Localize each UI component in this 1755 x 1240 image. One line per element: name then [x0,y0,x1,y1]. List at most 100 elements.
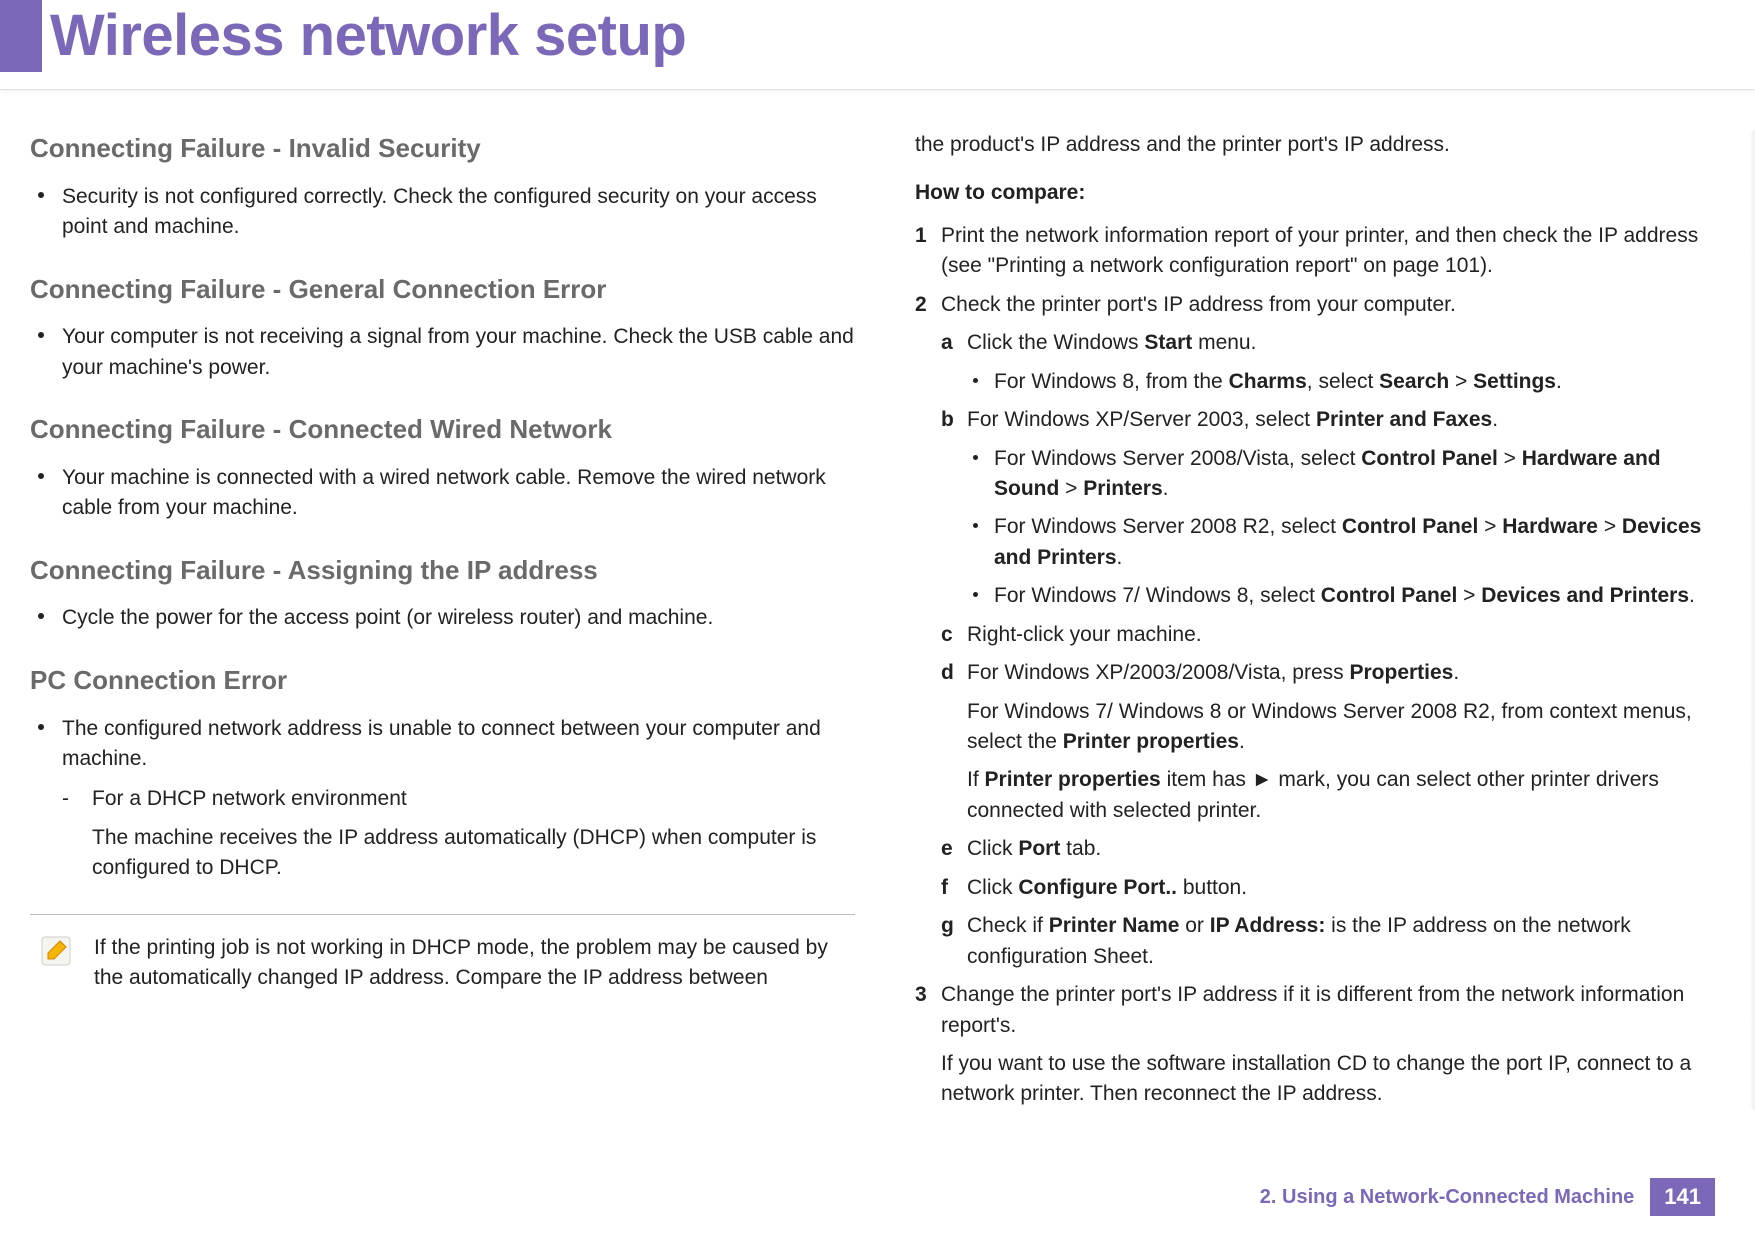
page-footer: 2. Using a Network-Connected Machine 141 [1260,1178,1715,1216]
body-text: Click Configure Port.. button. [967,873,1715,903]
body-text: Cycle the power for the access point (or… [62,603,855,633]
list-item: g Check if Printer Name or IP Address: i… [941,911,1715,972]
note-box: If the printing job is not working in DH… [30,914,855,994]
text-run: For Windows XP/2003/2008/Vista, press [967,661,1349,684]
bullet-icon [38,192,44,198]
text-run: or [1179,914,1209,937]
note-pencil-icon [38,933,74,969]
list-item: For Windows 7/ Windows 8, select Control… [967,581,1715,611]
text-run: . [1239,730,1245,753]
bold-text: Printer properties [1063,730,1239,753]
section-heading: Connecting Failure - Connected Wired Net… [30,411,855,449]
list-item: f Click Configure Port.. button. [941,873,1715,903]
list-item: b For Windows XP/Server 2003, select Pri… [941,405,1715,435]
bullet-icon [973,378,978,383]
body-text: For Windows Server 2008/Vista, select Co… [994,444,1715,505]
body-text: Your computer is not receiving a signal … [62,322,855,383]
body-text: For a DHCP network environment [92,784,855,814]
letter-marker: c [941,620,967,650]
list-item: 2 Check the printer port's IP address fr… [915,290,1715,320]
section-heading: Connecting Failure - Invalid Security [30,130,855,168]
text-run: Check if [967,914,1049,937]
text-run: , select [1307,370,1379,393]
letter-marker: d [941,658,967,688]
letter-list: b For Windows XP/Server 2003, select Pri… [941,405,1715,435]
bold-text: Configure Port.. [1018,876,1177,899]
bold-text: Printer and Faxes [1316,408,1492,431]
body-text: Change the printer port's IP address if … [941,980,1715,1041]
divider-shadow [1749,130,1755,1110]
body-text: The configured network address is unable… [62,714,855,775]
bullet-list: Cycle the power for the access point (or… [30,603,855,633]
content-columns: Connecting Failure - Invalid Security Se… [0,90,1755,1118]
bullet-icon [38,473,44,479]
section-heading: Connecting Failure - Assigning the IP ad… [30,552,855,590]
body-text: Click Port tab. [967,834,1715,864]
section-heading: PC Connection Error [30,662,855,700]
bold-text: Printer Name [1049,914,1180,937]
body-text: the product's IP address and the printer… [915,130,1715,160]
sub-heading: How to compare: [915,178,1715,208]
text-run: For Windows XP/Server 2003, select [967,408,1316,431]
text-run: . [1492,408,1498,431]
text-run: tab. [1060,837,1101,860]
list-item: a Click the Windows Start menu. [941,328,1715,358]
text-run: > [1478,515,1502,538]
body-text: For Windows 7/ Windows 8, select Control… [994,581,1715,611]
letter-marker: e [941,834,967,864]
body-text: Your machine is connected with a wired n… [62,463,855,524]
list-item: For Windows Server 2008 R2, select Contr… [967,512,1715,573]
text-run: > [1598,515,1622,538]
text-run: button. [1177,876,1247,899]
numbered-list: 1 Print the network information report o… [915,221,1715,320]
list-item: 1 Print the network information report o… [915,221,1715,282]
text-run: menu. [1192,331,1256,354]
bold-text: Properties [1349,661,1453,684]
page-number: 141 [1650,1178,1715,1216]
section-heading: Connecting Failure - General Connection … [30,271,855,309]
list-item: d For Windows XP/2003/2008/Vista, press … [941,658,1715,688]
bold-text: Settings [1473,370,1556,393]
bold-text: Search [1379,370,1449,393]
list-item: c Right-click your machine. [941,620,1715,650]
text-run: If [967,768,985,791]
text-run: For Windows 8, from the [994,370,1229,393]
text-run: Click [967,876,1018,899]
text-run: Click the Windows [967,331,1144,354]
letter-list: c Right-click your machine. d For Window… [941,620,1715,689]
body-text: For Windows 7/ Windows 8 or Windows Serv… [967,697,1715,758]
body-text: For Windows XP/2003/2008/Vista, press Pr… [967,658,1715,688]
bold-text: Control Panel [1361,447,1498,470]
text-run: . [1453,661,1459,684]
letter-list: a Click the Windows Start menu. [941,328,1715,358]
letter-marker: b [941,405,967,435]
bold-text: Hardware [1502,515,1598,538]
text-run: > [1059,477,1083,500]
list-item: e Click Port tab. [941,834,1715,864]
left-column: Connecting Failure - Invalid Security Se… [30,130,855,1118]
bold-text: Control Panel [1321,584,1458,607]
number-marker: 2 [915,290,941,320]
text-run: For Windows Server 2008 R2, select [994,515,1342,538]
numbered-list: 3 Change the printer port's IP address i… [915,980,1715,1041]
right-column: the product's IP address and the printer… [915,130,1715,1118]
text-run: . [1689,584,1695,607]
bullet-list: Security is not configured correctly. Ch… [30,182,855,243]
text-run: . [1163,477,1169,500]
bullet-item: Your computer is not receiving a signal … [30,322,855,383]
list-item: For Windows Server 2008/Vista, select Co… [967,444,1715,505]
text-run: > [1449,370,1473,393]
text-run: . [1117,546,1123,569]
number-marker: 1 [915,221,941,282]
text-run: For Windows 7/ Windows 8, select [994,584,1321,607]
inner-bullet-list: For Windows 8, from the Charms, select S… [967,367,1715,397]
bullet-item: Cycle the power for the access point (or… [30,603,855,633]
bold-text: Start [1144,331,1192,354]
text-run: > [1457,584,1481,607]
letter-marker: g [941,911,967,972]
bullet-list: Your machine is connected with a wired n… [30,463,855,524]
bullet-list: The configured network address is unable… [30,714,855,775]
body-text: Security is not configured correctly. Ch… [62,182,855,243]
bullet-icon [38,332,44,338]
body-text: Print the network information report of … [941,221,1715,282]
